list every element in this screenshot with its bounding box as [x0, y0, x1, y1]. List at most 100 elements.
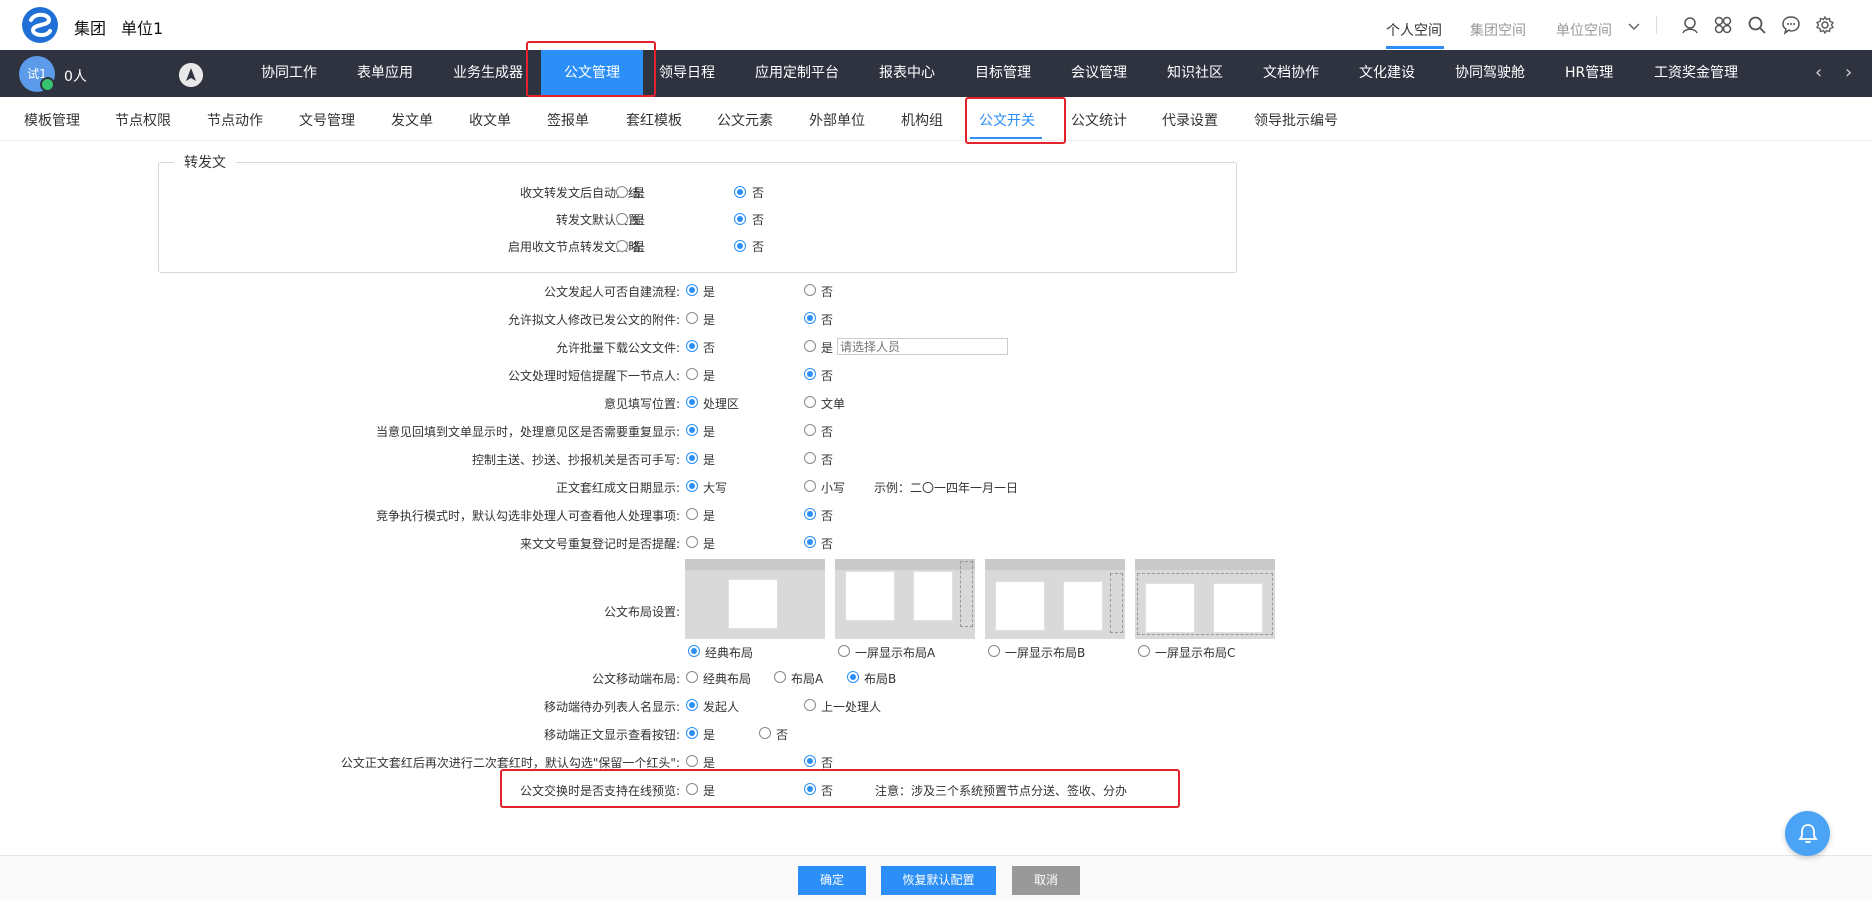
radio-mobile-classic[interactable] [686, 671, 698, 683]
radio-option-2[interactable] [804, 368, 816, 380]
nav-item-meeting-management[interactable]: 会议管理 [1061, 50, 1137, 97]
select-person-input[interactable] [837, 338, 1008, 355]
subnav-item-external-unit[interactable]: 外部单位 [809, 110, 865, 130]
layout-thumb-a[interactable] [835, 559, 975, 639]
radio-option-2[interactable] [804, 284, 816, 296]
subnav-item-doc-stats[interactable]: 公文统计 [1071, 110, 1127, 130]
confirm-button[interactable]: 确定 [798, 866, 866, 895]
radio-option-1[interactable] [686, 424, 698, 436]
radio-option-2[interactable] [804, 783, 816, 795]
online-status-icon [40, 77, 55, 92]
radio-option-1[interactable] [686, 452, 698, 464]
radio-no[interactable] [734, 186, 746, 198]
nav-item-report-center[interactable]: 报表中心 [869, 50, 945, 97]
user-icon[interactable] [1680, 15, 1700, 35]
radio-option-1[interactable] [686, 536, 698, 548]
nav-item-leader-schedule[interactable]: 领导日程 [649, 50, 725, 97]
subnav-item-doc-elements[interactable]: 公文元素 [717, 110, 773, 130]
radio-option-1[interactable] [686, 727, 698, 739]
chevron-down-icon[interactable] [1627, 20, 1641, 34]
nav-item-cockpit[interactable]: 协同驾驶舱 [1445, 50, 1535, 97]
radio-yes[interactable] [616, 240, 628, 252]
nav-item-document-management[interactable]: 公文管理 [541, 50, 643, 97]
radio-no[interactable] [734, 213, 746, 225]
nav-item-salary[interactable]: 工资奖金管理 [1644, 50, 1748, 97]
radio-option-1[interactable] [686, 368, 698, 380]
radio-option-1[interactable] [686, 755, 698, 767]
nav-item-culture[interactable]: 文化建设 [1349, 50, 1425, 97]
radio-option-2[interactable] [804, 452, 816, 464]
apps-icon[interactable] [1713, 15, 1733, 35]
nav-item-knowledge-community[interactable]: 知识社区 [1157, 50, 1233, 97]
radio-option-2[interactable] [804, 396, 816, 408]
radio-option-2[interactable] [804, 340, 816, 352]
nav-item-goal-management[interactable]: 目标管理 [965, 50, 1041, 97]
nav-item-form-app[interactable]: 表单应用 [347, 50, 423, 97]
nav-prev-arrow-icon[interactable]: ‹ [1815, 62, 1822, 83]
subnav-item-doc-switch[interactable]: 公文开关 [979, 110, 1035, 130]
nav-item-hr[interactable]: HR管理 [1555, 50, 1623, 97]
subnav-item-org-group[interactable]: 机构组 [901, 110, 943, 130]
option-label: 一屏显示布局C [1155, 646, 1236, 660]
cancel-button[interactable]: 取消 [1012, 866, 1080, 895]
radio-option-2[interactable] [804, 508, 816, 520]
message-icon[interactable] [1781, 15, 1801, 35]
radio-layout-classic[interactable] [688, 645, 700, 657]
option-label: 是 [703, 453, 716, 467]
radio-option-1[interactable] [686, 783, 698, 795]
nav-next-arrow-icon[interactable]: › [1845, 62, 1852, 83]
radio-option-1[interactable] [686, 508, 698, 520]
radio-option-2[interactable] [804, 312, 816, 324]
org-group-label[interactable]: 集团 [74, 15, 106, 39]
radio-option-1[interactable] [686, 480, 698, 492]
online-count[interactable]: 0人 [64, 66, 87, 86]
layout-thumb-b[interactable] [985, 559, 1125, 639]
subnav-item-send-form[interactable]: 发文单 [391, 110, 433, 130]
nav-item-doc-collab[interactable]: 文档协作 [1253, 50, 1329, 97]
layout-thumb-c[interactable] [1135, 559, 1275, 639]
subnav-item-red-template[interactable]: 套红模板 [626, 110, 682, 130]
radio-option-1[interactable] [686, 284, 698, 296]
radio-layout-a[interactable] [838, 645, 850, 657]
restore-default-button[interactable]: 恢复默认配置 [881, 866, 996, 895]
notification-bell-button[interactable] [1785, 811, 1830, 856]
radio-layout-b[interactable] [988, 645, 1000, 657]
subnav-item-proxy-setting[interactable]: 代录设置 [1162, 110, 1218, 130]
active-space-indicator [1386, 46, 1444, 49]
setting-label: 移动端正文显示查看按钮: [543, 728, 680, 742]
subnav-item-sign-form[interactable]: 签报单 [547, 110, 589, 130]
radio-layout-c[interactable] [1138, 645, 1150, 657]
radio-option-1[interactable] [686, 340, 698, 352]
compass-icon[interactable] [179, 63, 203, 87]
radio-option-2[interactable] [759, 727, 771, 739]
gear-icon[interactable] [1815, 15, 1835, 35]
subnav-item-node-permission[interactable]: 节点权限 [115, 110, 171, 130]
subnav-item-leader-number[interactable]: 领导批示编号 [1254, 110, 1338, 130]
tab-group-space[interactable]: 集团空间 [1470, 20, 1526, 40]
nav-item-collab-work[interactable]: 协同工作 [251, 50, 327, 97]
radio-mobile-b[interactable] [847, 671, 859, 683]
subnav-item-receive-form[interactable]: 收文单 [469, 110, 511, 130]
tab-unit-space[interactable]: 单位空间 [1556, 20, 1612, 40]
search-icon[interactable] [1747, 15, 1767, 35]
radio-option-1[interactable] [686, 312, 698, 324]
radio-option-2[interactable] [804, 424, 816, 436]
subnav-item-node-action[interactable]: 节点动作 [207, 110, 263, 130]
radio-option-1[interactable] [686, 396, 698, 408]
radio-yes[interactable] [616, 213, 628, 225]
radio-option-1[interactable] [686, 699, 698, 711]
radio-no[interactable] [734, 240, 746, 252]
subnav-item-doc-number[interactable]: 文号管理 [299, 110, 355, 130]
nav-item-app-custom-platform[interactable]: 应用定制平台 [745, 50, 849, 97]
radio-option-2[interactable] [804, 699, 816, 711]
radio-option-2[interactable] [804, 755, 816, 767]
radio-option-2[interactable] [804, 480, 816, 492]
radio-option-2[interactable] [804, 536, 816, 548]
radio-mobile-a[interactable] [774, 671, 786, 683]
radio-yes[interactable] [616, 186, 628, 198]
tab-personal-space[interactable]: 个人空间 [1386, 20, 1442, 40]
nav-item-business-generator[interactable]: 业务生成器 [443, 50, 533, 97]
layout-thumb-classic[interactable] [685, 559, 825, 639]
org-unit-label[interactable]: 单位1 [121, 15, 163, 39]
subnav-item-template[interactable]: 模板管理 [24, 110, 80, 130]
